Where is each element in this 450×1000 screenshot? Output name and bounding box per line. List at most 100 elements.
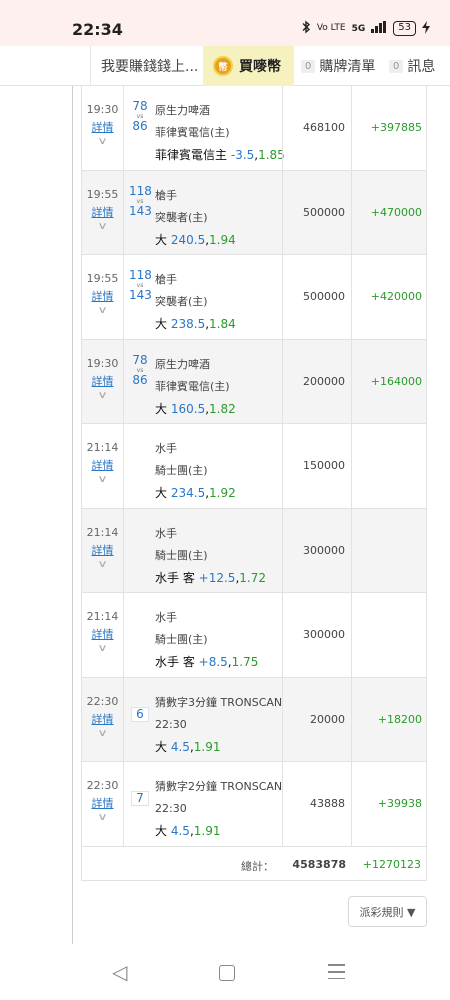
bet-amount: 20000	[310, 712, 345, 726]
score-box: 78 vs 86	[129, 100, 151, 133]
bet-amount-cell: 300000	[282, 508, 352, 592]
home-team: 菲律賓電信(主)	[155, 126, 230, 139]
details-link[interactable]: 詳情	[82, 795, 123, 811]
win-cell: +397885	[352, 86, 428, 170]
score-away: 118	[129, 268, 152, 282]
odds: 1.84	[209, 317, 236, 331]
details-link[interactable]: 詳情	[82, 204, 123, 220]
bet-pick: 大 4.5,1.91	[155, 820, 282, 842]
score-box: 118 vs 143	[129, 183, 152, 218]
bet-pick: 水手 客 +8.5,1.75	[155, 651, 282, 673]
score-away: 118	[129, 183, 152, 198]
bet-table: 19:30 詳情 ∨ 78 vs 86 原生力啤酒 菲律賓電信(主) 菲律賓電信…	[81, 86, 427, 881]
details-link[interactable]: 詳情	[82, 373, 123, 389]
result-box: 6	[131, 706, 149, 722]
details-link[interactable]: 詳情	[82, 119, 123, 135]
menu-icon[interactable]	[328, 964, 345, 984]
chevron-down-icon[interactable]: ∨	[74, 221, 131, 232]
status-icons: Vo LTE 5G 53	[301, 20, 430, 37]
handicap: 4.5	[170, 739, 190, 754]
tab-orders-label: 購牌清單	[319, 59, 376, 75]
game-name: 猜數字3分鐘 TRONSCAN	[155, 695, 283, 709]
pick-label: 大	[155, 486, 168, 500]
match-time: 21:14	[86, 441, 119, 454]
result-box: 7	[131, 791, 149, 806]
match-time: 19:55	[86, 187, 119, 201]
chevron-down-icon[interactable]: ∨	[74, 812, 131, 823]
win-amount: +470000	[370, 205, 422, 219]
table-row: 19:55 詳情 ∨ 118 vs 143 槍手 突襲者(主) 大 240.5,…	[82, 170, 426, 255]
tab-divider	[90, 46, 91, 86]
bluetooth-icon	[301, 20, 311, 37]
details-link[interactable]: 詳情	[82, 711, 123, 727]
match-time: 22:30	[86, 694, 119, 708]
match-time: 21:14	[86, 525, 119, 539]
odds: 1.91	[193, 824, 221, 838]
bet-info: 槍手 突襲者(主) 大 240.5,1.94	[155, 185, 282, 251]
back-icon[interactable]: ◁	[112, 960, 127, 984]
pick-label: 大	[155, 739, 168, 754]
odds: 1.92	[209, 486, 236, 500]
bet-pick: 大 160.5,1.82	[155, 398, 282, 420]
chevron-down-icon[interactable]: ∨	[74, 390, 131, 401]
tab-buy-coin[interactable]: 幣 買嘜幣	[203, 46, 294, 86]
home-team: 騎士團(主)	[155, 633, 208, 646]
win-amount: +39938	[377, 797, 422, 810]
chevron-down-icon[interactable]: ∨	[74, 474, 131, 485]
total-win: +1270123	[362, 857, 421, 871]
away-team: 水手	[155, 526, 177, 540]
table-row: 19:30 詳情 ∨ 78 vs 86 原生力啤酒 菲律賓電信(主) 大 160…	[82, 339, 426, 424]
odds: 1.75	[231, 655, 259, 669]
chevron-down-icon[interactable]: ∨	[74, 643, 131, 654]
tab-messages[interactable]: 0 訊息	[389, 46, 435, 86]
battery-icon: 53	[393, 21, 416, 36]
payout-rules-button[interactable]: 派彩規則 ▼	[348, 896, 427, 927]
handicap: 240.5	[170, 232, 206, 247]
clock: 22:34	[72, 20, 123, 39]
win-cell: +18200	[352, 678, 428, 762]
orders-count-badge: 0	[301, 59, 316, 73]
bet-amount-cell: 20000	[282, 677, 352, 761]
draw-time: 22:30	[155, 802, 187, 815]
bet-pick: 水手 客 +12.5,1.72	[155, 567, 282, 589]
pick-label: 大	[155, 401, 168, 416]
details-link[interactable]: 詳情	[82, 288, 123, 304]
handicap: 4.5	[170, 824, 190, 838]
score-away: 78	[132, 99, 148, 113]
odds: 1.94	[209, 232, 236, 247]
table-row: 21:14 詳情 ∨ 水手 騎士團(主) 大 234.5,1.92 150000	[82, 424, 426, 509]
bet-amount: 468100	[303, 121, 345, 134]
home-icon[interactable]	[219, 965, 235, 981]
pick-label: 水手 客	[155, 655, 195, 669]
chevron-down-icon[interactable]: ∨	[74, 136, 131, 147]
details-link[interactable]: 詳情	[82, 542, 123, 558]
match-time: 19:30	[86, 103, 119, 116]
bet-amount: 200000	[303, 374, 345, 388]
bet-pick: 大 240.5,1.94	[155, 229, 282, 251]
tab-earn[interactable]: 我要賺錢錢上...	[101, 46, 198, 86]
bet-amount: 500000	[303, 290, 345, 303]
time-cell: 22:30 詳情 ∨	[82, 762, 124, 846]
bet-info: 猜數字2分鐘 TRONSCAN 22:30 大 4.5,1.91	[155, 776, 282, 842]
win-cell: +39938	[352, 762, 428, 846]
chevron-down-icon[interactable]: ∨	[74, 305, 131, 316]
bet-info: 猜數字3分鐘 TRONSCAN 22:30 大 4.5,1.91	[155, 692, 282, 758]
win-cell: +420000	[352, 255, 428, 339]
table-row: 19:55 詳情 ∨ 118 vs 143 槍手 突襲者(主) 大 238.5,…	[82, 255, 426, 340]
win-amount: +397885	[370, 121, 422, 134]
table-row: 22:30 詳情 ∨ 7 猜數字2分鐘 TRONSCAN 22:30 大 4.5…	[82, 762, 426, 847]
match-time: 21:14	[86, 610, 119, 623]
chevron-down-icon[interactable]: ∨	[74, 559, 131, 570]
score-home: 143	[129, 288, 152, 302]
time-cell: 19:30 詳情 ∨	[82, 339, 124, 423]
details-link[interactable]: 詳情	[82, 626, 123, 642]
chevron-down-icon[interactable]: ∨	[74, 728, 131, 739]
away-team: 水手	[155, 611, 177, 624]
score-home: 143	[129, 203, 152, 218]
handicap: +12.5	[198, 570, 236, 585]
bet-amount-cell: 468100	[282, 86, 352, 170]
tab-orders[interactable]: 0 購牌清單	[301, 46, 375, 86]
time-cell: 19:55 詳情 ∨	[82, 255, 124, 339]
bet-amount: 300000	[303, 543, 345, 557]
details-link[interactable]: 詳情	[82, 457, 123, 473]
